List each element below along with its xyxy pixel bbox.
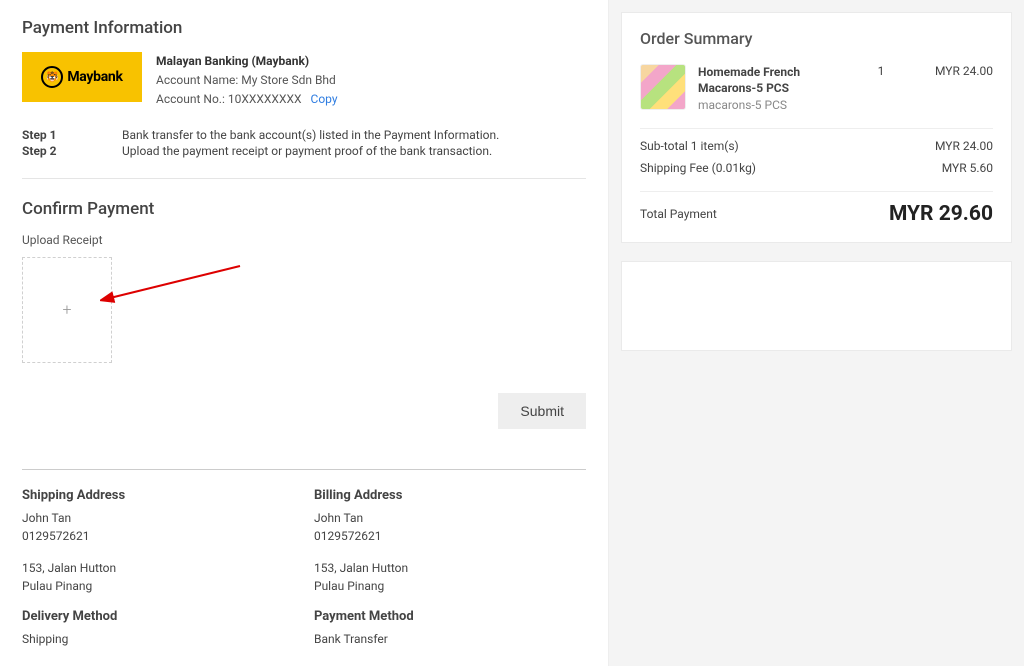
billing-phone: 0129572621 [314, 527, 586, 545]
billing-line1: 153, Jalan Hutton [314, 559, 586, 577]
order-summary-card: Order Summary Homemade French Macarons-5… [621, 12, 1012, 243]
shipping-fee-value: MYR 5.60 [942, 161, 993, 175]
shipping-line2: Pulau Pinang [22, 577, 294, 595]
billing-address-block: Billing Address John Tan 0129572621 153,… [314, 488, 586, 648]
billing-line2: Pulau Pinang [314, 577, 586, 595]
product-name: Homemade French Macarons-5 PCS [698, 64, 849, 96]
confirm-payment-title: Confirm Payment [22, 199, 586, 219]
account-name-label: Account Name: [156, 73, 241, 87]
upload-receipt-label: Upload Receipt [22, 233, 586, 247]
delivery-method-value: Shipping [22, 630, 294, 648]
account-name-value: My Store Sdn Bhd [241, 73, 336, 87]
submit-button[interactable]: Submit [498, 393, 586, 429]
subtotal-label: Sub-total 1 item(s) [640, 139, 739, 153]
divider [22, 178, 586, 179]
payment-method-value: Bank Transfer [314, 630, 586, 648]
divider [640, 128, 993, 129]
shipping-address-block: Shipping Address John Tan 0129572621 153… [22, 488, 294, 648]
product-price: MYR 24.00 [913, 64, 993, 112]
bank-info-row: 🐯 Maybank Malayan Banking (Maybank) Acco… [22, 52, 586, 110]
upload-receipt-dropzone[interactable]: + [22, 257, 112, 363]
shipping-line1: 153, Jalan Hutton [22, 559, 294, 577]
payment-info-title: Payment Information [22, 18, 586, 38]
step2-text: Upload the payment receipt or payment pr… [122, 144, 586, 158]
shipping-name: John Tan [22, 509, 294, 527]
tiger-icon: 🐯 [41, 66, 63, 88]
transfer-steps: Step 1 Bank transfer to the bank account… [22, 128, 586, 158]
order-item-row: Homemade French Macarons-5 PCS macarons-… [640, 64, 993, 112]
step1-label: Step 1 [22, 128, 122, 142]
annotation-arrow-icon [100, 258, 260, 318]
subtotal-row: Sub-total 1 item(s) MYR 24.00 [640, 139, 993, 153]
empty-card [621, 261, 1012, 351]
divider [640, 191, 993, 192]
account-no-label: Account No.: [156, 92, 228, 106]
divider [22, 469, 586, 470]
account-no-value: 10XXXXXXXX [228, 92, 302, 106]
order-summary-title: Order Summary [640, 29, 993, 48]
shipping-phone: 0129572621 [22, 527, 294, 545]
billing-address-heading: Billing Address [314, 488, 586, 503]
shipping-address-heading: Shipping Address [22, 488, 294, 503]
product-sku: macarons-5 PCS [698, 98, 849, 112]
payment-method-heading: Payment Method [314, 609, 586, 624]
step2-label: Step 2 [22, 144, 122, 158]
bank-name: Malayan Banking (Maybank) [156, 52, 338, 71]
product-qty: 1 [861, 64, 901, 112]
bank-logo-text: Maybank [67, 69, 122, 85]
product-thumbnail [640, 64, 686, 110]
bank-logo: 🐯 Maybank [22, 52, 142, 102]
copy-account-link[interactable]: Copy [311, 92, 338, 106]
shipping-fee-row: Shipping Fee (0.01kg) MYR 5.60 [640, 161, 993, 175]
total-payment-row: Total Payment MYR 29.60 [640, 202, 993, 226]
total-payment-label: Total Payment [640, 207, 717, 221]
subtotal-value: MYR 24.00 [935, 139, 993, 153]
step1-text: Bank transfer to the bank account(s) lis… [122, 128, 586, 142]
total-payment-value: MYR 29.60 [889, 202, 993, 226]
plus-icon: + [62, 300, 71, 319]
delivery-method-heading: Delivery Method [22, 609, 294, 624]
shipping-fee-label: Shipping Fee (0.01kg) [640, 161, 756, 175]
billing-name: John Tan [314, 509, 586, 527]
